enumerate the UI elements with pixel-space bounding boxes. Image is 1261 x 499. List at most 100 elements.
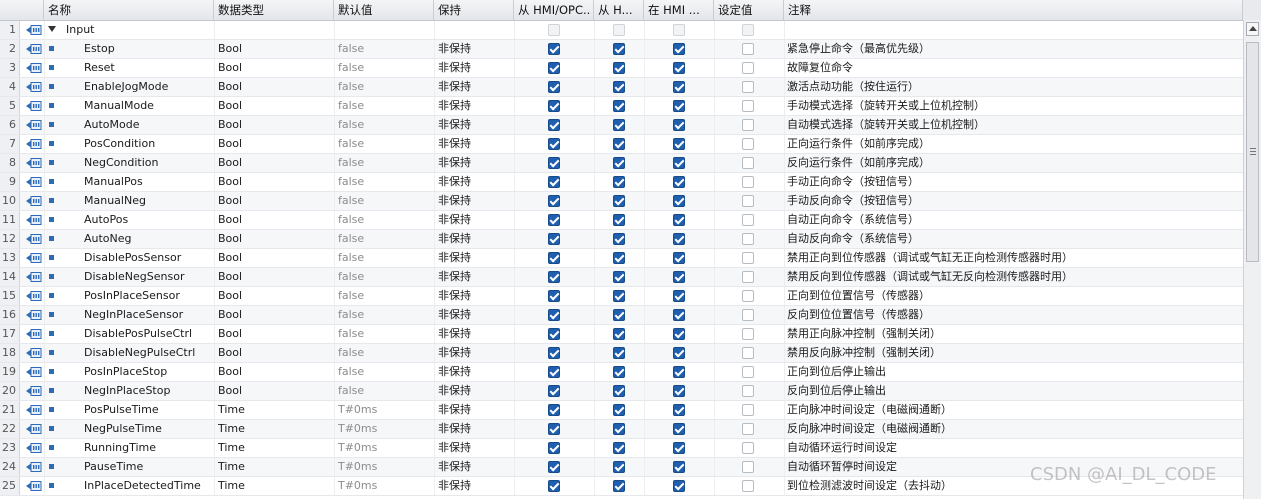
table-row[interactable]: 13 DisablePosSensor Bool false 非保持 禁用正向到位传感器（…: [0, 249, 1243, 268]
comment[interactable]: 正向脉冲时间设定（电磁阀通断）: [787, 401, 1237, 419]
data-type[interactable]: Bool: [218, 382, 334, 400]
checkbox-hmi-opc[interactable]: [548, 100, 560, 112]
comment[interactable]: 手动模式选择（旋转开关或上位机控制）: [787, 97, 1237, 115]
checkbox-in-hmi[interactable]: [673, 366, 685, 378]
default-value[interactable]: T#0ms: [338, 439, 434, 457]
retain-value[interactable]: 非保持: [438, 78, 514, 96]
checkbox-setpoint[interactable]: [742, 328, 754, 340]
variable-name[interactable]: Reset: [84, 59, 214, 77]
collapse-caret-icon[interactable]: [48, 26, 56, 32]
default-value[interactable]: false: [338, 230, 434, 248]
comment[interactable]: 自动反向命令（系统信号）: [787, 230, 1237, 248]
data-type[interactable]: Bool: [218, 211, 334, 229]
checkbox-setpoint[interactable]: [742, 195, 754, 207]
checkbox-setpoint[interactable]: [742, 100, 754, 112]
checkbox-setpoint[interactable]: [742, 214, 754, 226]
table-row[interactable]: 9 ManualPos Bool false 非保持 手动正向命令（按钮信号）: [0, 173, 1243, 192]
checkbox-setpoint[interactable]: [742, 309, 754, 321]
header-name[interactable]: 名称: [44, 0, 214, 20]
header-hmi-opc[interactable]: 从 HMI/OPC..: [514, 0, 594, 20]
checkbox-hmi-opc[interactable]: [548, 214, 560, 226]
checkbox-hmi-opc[interactable]: [548, 43, 560, 55]
table-row[interactable]: 8 NegCondition Bool false 非保持 反向运行条件（如前序完成）: [0, 154, 1243, 173]
checkbox-setpoint[interactable]: [742, 176, 754, 188]
table-row[interactable]: 11 AutoPos Bool false 非保持 自动正向命令（系统信号）: [0, 211, 1243, 230]
checkbox-hmi-opc[interactable]: [548, 423, 560, 435]
checkbox-in-hmi[interactable]: [673, 423, 685, 435]
data-type[interactable]: Bool: [218, 173, 334, 191]
checkbox-in-hmi[interactable]: [673, 347, 685, 359]
default-value[interactable]: false: [338, 363, 434, 381]
checkbox-in-hmi[interactable]: [673, 309, 685, 321]
comment[interactable]: 自动循环运行时间设定: [787, 439, 1237, 457]
variable-name[interactable]: AutoNeg: [84, 230, 214, 248]
data-type[interactable]: Bool: [218, 40, 334, 58]
default-value[interactable]: false: [338, 59, 434, 77]
default-value[interactable]: false: [338, 116, 434, 134]
header-from-h[interactable]: 从 H...: [594, 0, 644, 20]
retain-value[interactable]: 非保持: [438, 458, 514, 476]
default-value[interactable]: false: [338, 325, 434, 343]
retain-value[interactable]: 非保持: [438, 420, 514, 438]
comment[interactable]: 正向到位位置信号（传感器）: [787, 287, 1237, 305]
header-setpoint[interactable]: 设定值: [714, 0, 784, 20]
checkbox-in-hmi[interactable]: [673, 480, 685, 492]
checkbox-in-hmi[interactable]: [673, 461, 685, 473]
checkbox-from-h[interactable]: [613, 233, 625, 245]
header-in-hmi[interactable]: 在 HMI ...: [644, 0, 714, 20]
data-type[interactable]: Bool: [218, 230, 334, 248]
comment[interactable]: 禁用正向到位传感器（调试或气缸无正向检测传感器时用）: [787, 249, 1237, 267]
table-row[interactable]: 12 AutoNeg Bool false 非保持 自动反向命令（系统信号）: [0, 230, 1243, 249]
data-type[interactable]: Bool: [218, 249, 334, 267]
checkbox-from-h[interactable]: [613, 81, 625, 93]
table-row[interactable]: 18 DisableNegPulseCtrl Bool false 非保持 禁用反向脉冲控…: [0, 344, 1243, 363]
checkbox-setpoint[interactable]: [742, 271, 754, 283]
default-value[interactable]: false: [338, 135, 434, 153]
retain-value[interactable]: 非保持: [438, 135, 514, 153]
variable-name[interactable]: InPlaceDetectedTime: [84, 477, 214, 495]
default-value[interactable]: false: [338, 344, 434, 362]
comment[interactable]: 自动模式选择（旋转开关或上位机控制）: [787, 116, 1237, 134]
data-type[interactable]: Time: [218, 439, 334, 457]
checkbox-from-h[interactable]: [613, 309, 625, 321]
default-value[interactable]: false: [338, 287, 434, 305]
checkbox-in-hmi[interactable]: [673, 138, 685, 150]
checkbox-in-hmi[interactable]: [673, 43, 685, 55]
retain-value[interactable]: 非保持: [438, 401, 514, 419]
checkbox-hmi-opc[interactable]: [548, 347, 560, 359]
retain-value[interactable]: 非保持: [438, 154, 514, 172]
variable-name[interactable]: NegInPlaceStop: [84, 382, 214, 400]
data-type[interactable]: Bool: [218, 363, 334, 381]
table-row[interactable]: 21 PosPulseTime Time T#0ms 非保持 正向脉冲时间设定（电磁阀通断…: [0, 401, 1243, 420]
checkbox-setpoint[interactable]: [742, 347, 754, 359]
checkbox-hmi-opc[interactable]: [548, 138, 560, 150]
checkbox-from-h[interactable]: [613, 347, 625, 359]
comment[interactable]: 激活点动功能（按住运行）: [787, 78, 1237, 96]
checkbox-in-hmi[interactable]: [673, 176, 685, 188]
comment[interactable]: 反向脉冲时间设定（电磁阀通断）: [787, 420, 1237, 438]
comment[interactable]: 反向到位后停止输出: [787, 382, 1237, 400]
variable-name[interactable]: DisablePosSensor: [84, 249, 214, 267]
retain-value[interactable]: 非保持: [438, 325, 514, 343]
checkbox-hmi-opc[interactable]: [548, 480, 560, 492]
scroll-up-arrow-icon[interactable]: [1246, 22, 1259, 36]
data-type[interactable]: Bool: [218, 306, 334, 324]
comment[interactable]: 自动正向命令（系统信号）: [787, 211, 1237, 229]
data-type[interactable]: Bool: [218, 192, 334, 210]
header-comment[interactable]: 注释: [784, 0, 1243, 20]
table-row[interactable]: 2 Estop Bool false 非保持 紧急停止命令（最高优先级）: [0, 40, 1243, 59]
checkbox-hmi-opc[interactable]: [548, 176, 560, 188]
data-type[interactable]: Bool: [218, 97, 334, 115]
data-type[interactable]: Time: [218, 458, 334, 476]
default-value[interactable]: false: [338, 40, 434, 58]
variable-name[interactable]: ManualPos: [84, 173, 214, 191]
data-type[interactable]: Time: [218, 401, 334, 419]
checkbox-setpoint[interactable]: [742, 366, 754, 378]
checkbox-from-h[interactable]: [613, 442, 625, 454]
table-row[interactable]: 17 DisablePosPulseCtrl Bool false 非保持 禁用正向脉冲控…: [0, 325, 1243, 344]
table-row[interactable]: 20 NegInPlaceStop Bool false 非保持 反向到位后停止输出: [0, 382, 1243, 401]
data-type[interactable]: Bool: [218, 135, 334, 153]
checkbox-setpoint[interactable]: [742, 442, 754, 454]
checkbox-in-hmi[interactable]: [673, 271, 685, 283]
checkbox-from-h[interactable]: [613, 43, 625, 55]
